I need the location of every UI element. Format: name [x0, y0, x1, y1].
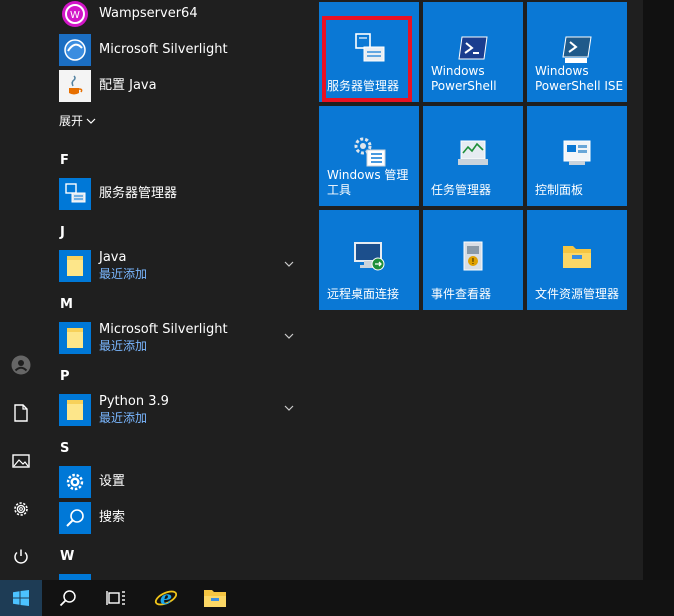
- section-letter-p[interactable]: P: [60, 369, 70, 384]
- highlight-box: [322, 16, 412, 102]
- app-label: Microsoft Silverlight: [99, 322, 228, 337]
- silverlight-icon: [59, 34, 91, 66]
- chevron-down-icon[interactable]: [284, 331, 294, 341]
- start-button[interactable]: [0, 580, 42, 616]
- tile-label: 文件资源管理器: [535, 287, 620, 301]
- tile-control-panel[interactable]: 控制面板: [527, 106, 627, 206]
- power-icon: [14, 549, 28, 564]
- chevron-down-icon[interactable]: [284, 403, 294, 413]
- tile-event-viewer[interactable]: ! 事件查看器: [423, 210, 523, 310]
- section-letter-w[interactable]: W: [60, 549, 74, 564]
- app-label: 配置 Java: [99, 78, 157, 93]
- recently-added-label: 最近添加: [99, 339, 148, 353]
- powershell-icon: [423, 36, 523, 60]
- section-letter-s[interactable]: S: [60, 441, 69, 456]
- app-item-java-folder[interactable]: Java 最近添加: [59, 250, 309, 282]
- pictures-icon: [12, 454, 30, 468]
- user-icon: [11, 355, 31, 375]
- tile-label: Windows 管理 工具: [327, 168, 409, 197]
- settings-button[interactable]: [0, 489, 42, 529]
- powershell-ise-icon: [527, 36, 627, 64]
- tile-label: 远程桌面连接: [327, 287, 400, 301]
- file-explorer-button[interactable]: [194, 580, 236, 616]
- tile-label: Windows PowerShell ISE: [535, 64, 624, 93]
- chevron-down-icon: [86, 118, 96, 124]
- settings-icon: [14, 502, 28, 516]
- file-explorer-icon: [204, 590, 226, 607]
- app-item-configure-java[interactable]: 配置 Java: [59, 70, 309, 102]
- tile-label: 事件查看器: [431, 287, 492, 301]
- folder-icon: [59, 322, 91, 354]
- file-explorer-icon: [527, 242, 627, 270]
- tile-label: Windows PowerShell: [431, 64, 497, 93]
- svg-text:!: !: [471, 257, 474, 266]
- app-label: 服务器管理器: [99, 186, 178, 201]
- svg-text:e: e: [160, 587, 172, 609]
- internet-explorer-button[interactable]: e: [146, 580, 186, 616]
- documents-button[interactable]: [0, 393, 42, 433]
- tile-label: 控制面板: [535, 183, 584, 197]
- app-label: 设置: [99, 474, 126, 489]
- internet-explorer-icon: e: [154, 587, 178, 609]
- event-viewer-icon: !: [423, 240, 523, 272]
- task-view-button[interactable]: [96, 580, 136, 616]
- user-account-button[interactable]: [0, 345, 42, 385]
- app-item-server-manager[interactable]: 服务器管理器: [59, 178, 309, 210]
- search-icon: [59, 590, 76, 607]
- app-label: Java: [99, 250, 127, 265]
- app-item-settings[interactable]: 设置: [59, 466, 309, 498]
- task-manager-icon: [423, 138, 523, 168]
- app-label: 搜索: [99, 510, 126, 525]
- expand-label: 展开: [59, 114, 84, 128]
- search-icon: [59, 502, 91, 534]
- app-list: W Wampserver64 Microsoft Silverlight 配置 …: [42, 0, 310, 580]
- app-item-search[interactable]: 搜索: [59, 502, 309, 534]
- windows-logo-icon: [13, 590, 29, 606]
- tile-powershell-ise[interactable]: Windows PowerShell ISE: [527, 2, 627, 102]
- task-view-icon: [106, 591, 125, 605]
- search-button[interactable]: [48, 580, 88, 616]
- remote-desktop-icon: [319, 240, 419, 272]
- tile-remote-desktop[interactable]: 远程桌面连接: [319, 210, 419, 310]
- desktop-edge: [643, 0, 674, 580]
- section-letter-j[interactable]: J: [60, 225, 65, 240]
- folder-icon: [59, 250, 91, 282]
- tile-label: 任务管理器: [431, 183, 492, 197]
- recently-added-label: 最近添加: [99, 411, 148, 425]
- chevron-down-icon[interactable]: [284, 259, 294, 269]
- app-item-silverlight[interactable]: Microsoft Silverlight: [59, 34, 309, 66]
- section-letter-f[interactable]: F: [60, 153, 69, 168]
- app-label: Python 3.9: [99, 394, 169, 409]
- documents-icon: [14, 404, 28, 422]
- app-label: Wampserver64: [99, 6, 198, 21]
- tile-task-manager[interactable]: 任务管理器: [423, 106, 523, 206]
- app-item-wampserver[interactable]: W Wampserver64: [59, 0, 309, 30]
- tile-powershell[interactable]: Windows PowerShell: [423, 2, 523, 102]
- recently-added-label: 最近添加: [99, 267, 148, 281]
- tile-file-explorer[interactable]: 文件资源管理器: [527, 210, 627, 310]
- app-item-python-folder[interactable]: Python 3.9 最近添加: [59, 394, 309, 426]
- wampserver-icon: W: [59, 0, 91, 30]
- tile-admin-tools[interactable]: Windows 管理 工具: [319, 106, 419, 206]
- server-manager-icon: [59, 178, 91, 210]
- pictures-button[interactable]: [0, 441, 42, 481]
- start-rail: [0, 0, 42, 580]
- gear-icon: [59, 466, 91, 498]
- expand-button[interactable]: 展开: [59, 112, 96, 129]
- svg-text:W: W: [70, 10, 80, 21]
- app-item-silverlight-folder[interactable]: Microsoft Silverlight 最近添加: [59, 322, 309, 354]
- admin-tools-icon: [319, 136, 419, 168]
- folder-icon: [59, 394, 91, 426]
- start-menu: W Wampserver64 Microsoft Silverlight 配置 …: [0, 0, 643, 580]
- power-button[interactable]: [0, 537, 42, 577]
- taskbar: e: [0, 580, 674, 616]
- section-letter-m[interactable]: M: [60, 297, 73, 312]
- control-panel-icon: [527, 138, 627, 168]
- java-icon: [59, 70, 91, 102]
- app-label: Microsoft Silverlight: [99, 42, 228, 57]
